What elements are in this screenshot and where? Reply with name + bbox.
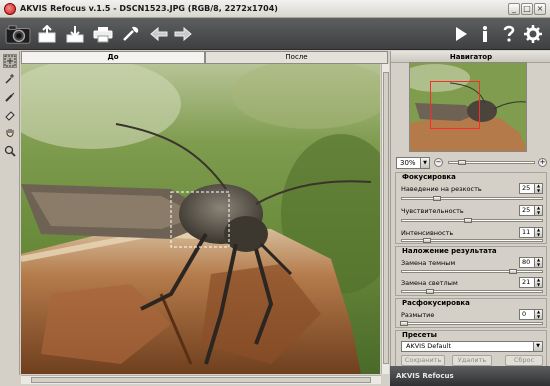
zoom-in-button[interactable]: +: [538, 158, 547, 167]
eraser-tool-icon[interactable]: [3, 108, 17, 122]
defocus-section: Расфокусировка Размытие 0 ▲ ▼: [395, 298, 547, 328]
window-title: AKVIS Refocus v.1.5 - DSCN1523.JPG (RGB/…: [20, 4, 278, 13]
focus-sharpness-value: 25: [522, 184, 531, 192]
spinner-arrows-icon: ▲ ▼: [534, 309, 542, 319]
view-tabs: До После: [21, 51, 388, 64]
preset-select[interactable]: AKVIS Default ▼: [401, 341, 543, 352]
preferences-icon[interactable]: [522, 24, 544, 44]
overlay-section: Наложение результата Замена темным 80 ▲ ▼ …: [395, 246, 547, 296]
blur-knob[interactable]: [400, 321, 408, 326]
tool-palette: [0, 51, 20, 375]
open-icon[interactable]: [36, 24, 58, 44]
close-button[interactable]: ×: [534, 3, 546, 15]
navigator-view-rect[interactable]: [430, 81, 480, 129]
vertical-scrollbar[interactable]: [381, 64, 389, 374]
run-icon[interactable]: [450, 24, 472, 44]
blur-spinner[interactable]: 0 ▲ ▼: [519, 309, 543, 320]
sensitivity-slider[interactable]: [401, 219, 543, 222]
sensitivity-spinner[interactable]: 25 ▲ ▼: [519, 205, 543, 216]
save-icon[interactable]: [64, 24, 86, 44]
replace-light-spinner[interactable]: 21 ▲ ▼: [519, 277, 543, 288]
zoom-out-button[interactable]: −: [434, 158, 443, 167]
focus-sharpness-slider[interactable]: [401, 197, 543, 200]
spinner-arrows-icon: ▲ ▼: [534, 183, 542, 193]
blur-value: 0: [522, 310, 527, 318]
intensity-label: Интенсивность: [401, 229, 454, 237]
blur-slider[interactable]: [401, 322, 543, 325]
focus-sharpness-spinner[interactable]: 25 ▲ ▼: [519, 183, 543, 194]
focus-sharpness-knob[interactable]: [433, 196, 441, 201]
brush-tool-icon[interactable]: [3, 90, 17, 104]
vertical-scroll-thumb[interactable]: [383, 72, 389, 364]
replace-dark-knob[interactable]: [509, 269, 517, 274]
spinner-arrows-icon: ▲ ▼: [534, 257, 542, 267]
settings-panel: Навигатор 30% ▼ − + Фокусировка Наведени…: [390, 51, 550, 384]
replace-dark-label: Замена темным: [401, 259, 456, 267]
presets-title: Пресеты: [402, 331, 437, 339]
preset-selected: AKVIS Default: [406, 342, 452, 350]
spinner-arrows-icon: ▲ ▼: [534, 227, 542, 237]
focus-sharpness-label: Наведение на резкость: [401, 185, 482, 193]
redo-icon[interactable]: [172, 24, 194, 44]
replace-light-value: 21: [522, 278, 531, 286]
spinner-arrows-icon: ▲ ▼: [534, 277, 542, 287]
horizontal-scroll-thumb[interactable]: [31, 377, 371, 383]
settings-wand-icon[interactable]: [120, 24, 142, 44]
replace-light-label: Замена светлым: [401, 279, 458, 287]
replace-dark-spinner[interactable]: 80 ▲ ▼: [519, 257, 543, 268]
app-icon: [4, 3, 16, 15]
tab-after[interactable]: После: [205, 51, 388, 64]
image-canvas[interactable]: [21, 64, 380, 374]
intensity-value: 11: [522, 228, 531, 236]
zoom-row: 30% ▼ − +: [396, 157, 547, 169]
preset-reset-button[interactable]: Сброс: [505, 355, 543, 366]
intensity-spinner[interactable]: 11 ▲ ▼: [519, 227, 543, 238]
tab-before[interactable]: До: [21, 51, 205, 64]
zoom-select[interactable]: 30% ▼: [396, 157, 430, 169]
sensitivity-label: Чувствительность: [401, 207, 464, 215]
selection-tool-icon[interactable]: [3, 54, 17, 68]
help-icon[interactable]: [498, 24, 520, 44]
replace-dark-value: 80: [522, 258, 531, 266]
replace-light-knob[interactable]: [426, 289, 434, 294]
zoom-tool-icon[interactable]: [3, 144, 17, 158]
main-toolbar: [0, 18, 550, 50]
sensitivity-knob[interactable]: [464, 218, 472, 223]
replace-dark-slider[interactable]: [401, 270, 543, 273]
info-icon[interactable]: [474, 24, 496, 44]
zoom-value: 30%: [400, 159, 416, 167]
navigator-preview[interactable]: [409, 62, 527, 152]
chevron-down-icon: ▼: [533, 342, 542, 351]
hand-tool-icon[interactable]: [3, 126, 17, 140]
replace-light-slider[interactable]: [401, 290, 543, 293]
preset-delete-button[interactable]: Удалить: [452, 355, 492, 366]
camera-icon[interactable]: [4, 22, 32, 46]
title-bar: AKVIS Refocus v.1.5 - DSCN1523.JPG (RGB/…: [0, 0, 550, 18]
intensity-knob[interactable]: [423, 238, 431, 243]
status-bar: AKVIS Refocus: [390, 366, 550, 386]
preset-save-button[interactable]: Сохранить: [401, 355, 445, 366]
focusing-title: Фокусировка: [402, 173, 456, 181]
photo-moth-on-stump: [21, 64, 380, 374]
focusing-section: Фокусировка Наведение на резкость 25 ▲ ▼ Ч…: [395, 172, 547, 244]
undo-icon[interactable]: [148, 24, 170, 44]
horizontal-scrollbar[interactable]: [21, 375, 381, 384]
print-icon[interactable]: [92, 24, 114, 44]
maximize-button[interactable]: □: [521, 3, 533, 15]
blur-label: Размытие: [401, 311, 435, 319]
add-area-tool-icon[interactable]: [3, 72, 17, 86]
chevron-down-icon: ▼: [420, 158, 429, 168]
minimize-button[interactable]: _: [508, 3, 520, 15]
app-window: AKVIS Refocus v.1.5 - DSCN1523.JPG (RGB/…: [0, 0, 550, 386]
defocus-title: Расфокусировка: [402, 299, 470, 307]
spinner-arrows-icon: ▲ ▼: [534, 205, 542, 215]
overlay-title: Наложение результата: [402, 247, 497, 255]
sensitivity-value: 25: [522, 206, 531, 214]
zoom-slider-knob[interactable]: [458, 160, 466, 165]
presets-section: Пресеты AKVIS Default ▼ Сохранить Удалит…: [395, 330, 547, 367]
